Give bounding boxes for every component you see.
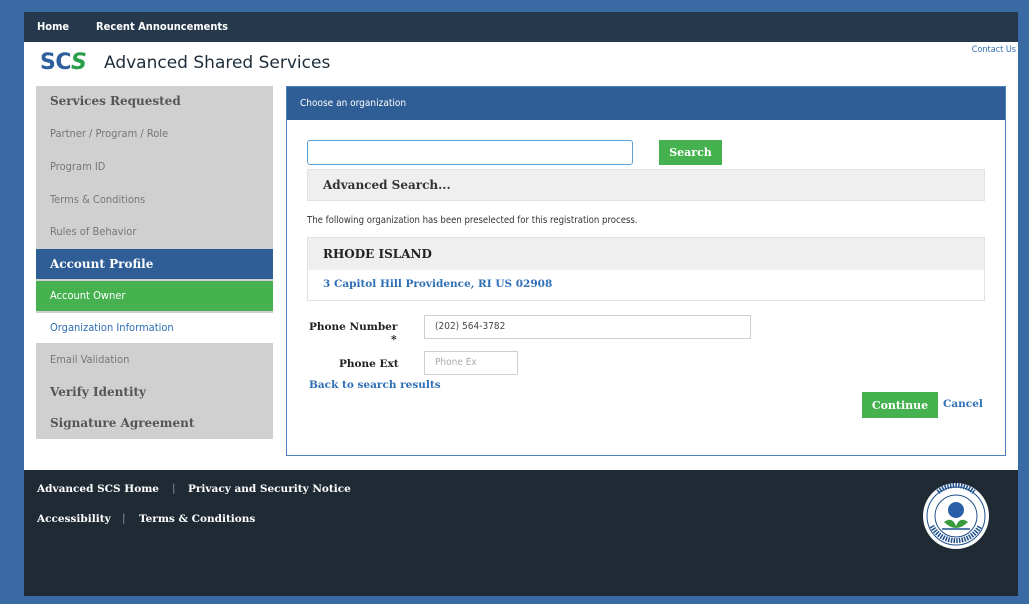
organization-panel: Choose an organization Search Advanced S…	[286, 86, 1006, 456]
selected-organization: RHODE ISLAND 3 Capitol Hill Providence, …	[307, 237, 985, 301]
page-frame: Home Recent Announcements SCS Advanced S…	[24, 12, 1018, 596]
sidebar-item-account-profile: Account Profile	[36, 249, 273, 279]
footer-home-link[interactable]: Advanced SCS Home	[37, 483, 159, 495]
sidebar-steps: Services Requested Partner / Program / R…	[36, 86, 273, 439]
sidebar-item-services-requested: Services Requested	[50, 94, 181, 108]
contact-us-link[interactable]: Contact Us	[972, 45, 1016, 55]
nav-home-link[interactable]: Home	[37, 20, 69, 33]
preselected-note: The following organization has been pres…	[307, 215, 638, 226]
cancel-link[interactable]: Cancel	[943, 398, 983, 410]
continue-button[interactable]: Continue	[862, 392, 938, 418]
phone-ext-field[interactable]: Phone Ex	[424, 351, 518, 375]
back-to-search-link[interactable]: Back to search results	[309, 379, 441, 391]
organization-name: RHODE ISLAND	[308, 238, 984, 270]
sidebar-item-verify-identity: Verify Identity	[50, 385, 147, 399]
scs-logo: SCS	[40, 50, 87, 75]
sidebar-item-organization-information: Organization Information	[36, 313, 273, 343]
sidebar-item-account-owner: Account Owner	[36, 281, 273, 311]
phone-number-field[interactable]: (202) 564-3782	[424, 315, 751, 339]
footer-accessibility-link[interactable]: Accessibility	[37, 513, 111, 525]
footer-separator: |	[172, 482, 176, 494]
footer-terms-link[interactable]: Terms & Conditions	[139, 513, 255, 525]
search-button[interactable]: Search	[659, 140, 722, 165]
organization-address[interactable]: 3 Capitol Hill Providence, RI US 02908	[323, 278, 552, 290]
footer-privacy-link[interactable]: Privacy and Security Notice	[188, 483, 351, 495]
required-asterisk: *	[391, 333, 397, 346]
footer-separator: |	[122, 512, 126, 524]
phone-ext-label: Phone Ext	[339, 358, 399, 370]
app-title: Advanced Shared Services	[104, 53, 331, 73]
organization-search-input[interactable]	[307, 140, 633, 165]
sidebar-item-partner-program-role: Partner / Program / Role	[50, 127, 169, 140]
sidebar-item-program-id: Program ID	[50, 160, 106, 173]
phone-number-label: Phone Number	[309, 321, 398, 333]
top-nav: Home Recent Announcements	[24, 12, 1018, 42]
sidebar-item-signature-agreement: Signature Agreement	[50, 416, 195, 430]
sidebar-item-terms: Terms & Conditions	[50, 193, 146, 206]
sidebar-item-email-validation: Email Validation	[50, 353, 130, 366]
footer: Advanced SCS Home | Privacy and Security…	[24, 470, 1018, 596]
sidebar-item-rules: Rules of Behavior	[50, 225, 137, 238]
nav-announcements-link[interactable]: Recent Announcements	[96, 20, 228, 33]
epa-seal-icon	[923, 483, 989, 549]
advanced-search-toggle[interactable]: Advanced Search...	[307, 169, 985, 201]
panel-title: Choose an organization	[287, 87, 1005, 120]
